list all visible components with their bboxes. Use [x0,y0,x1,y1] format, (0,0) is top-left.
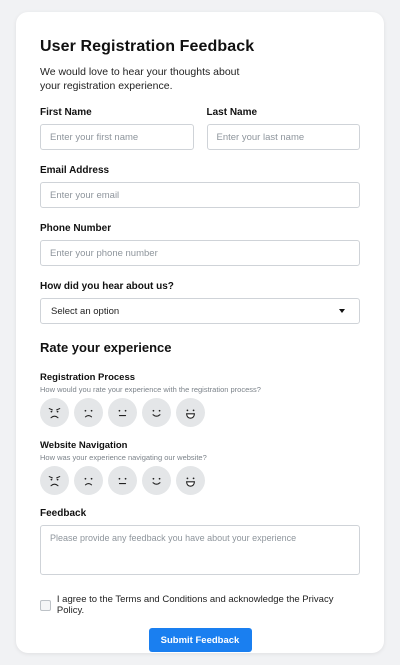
rating-navigation-label: Website Navigation [40,440,128,451]
source-group: How did you hear about us? Select an opt… [40,281,360,324]
rating-registration-option-4[interactable] [142,398,171,427]
form-subtitle: We would love to hear your thoughts abou… [40,66,240,92]
email-label: Email Address [40,165,110,176]
phone-input[interactable] [40,240,360,266]
terms-checkbox[interactable] [40,599,51,611]
rating-registration-group: Registration Process How would you rate … [40,372,360,427]
submit-feedback-button[interactable]: Submit Feedback [148,628,252,652]
source-label: How did you hear about us? [40,281,174,292]
rating-navigation-help: How was your experience navigating our w… [40,453,207,462]
rating-navigation-option-1[interactable] [40,466,69,495]
terms-agreement: I agree to the Terms and Conditions and … [40,594,360,616]
last-name-input[interactable] [206,124,360,150]
grin-face-icon [185,409,196,419]
neutral-face-icon [118,409,127,417]
sad-face-icon [84,409,93,418]
terms-label: I agree to the Terms and Conditions and … [56,594,334,616]
neutral-face-icon [118,477,127,485]
rating-navigation-faces [40,466,360,495]
sad-face-icon [84,477,93,486]
rating-registration-option-3[interactable] [108,398,137,427]
rating-navigation-option-4[interactable] [142,466,171,495]
first-name-label: First Name [40,107,92,118]
feedback-group: Feedback [40,508,360,580]
rating-navigation-option-3[interactable] [108,466,137,495]
rating-registration-label: Registration Process [40,372,136,383]
rate-section-title: Rate your experience [40,340,172,355]
phone-group: Phone Number [40,223,360,266]
rating-registration-option-5[interactable] [176,398,205,427]
feedback-label: Feedback [40,508,87,519]
rating-registration-option-1[interactable] [40,398,69,427]
grin-face-icon [185,477,196,487]
feedback-form-card: User Registration Feedback We would love… [16,12,384,653]
last-name-label: Last Name [206,107,258,118]
submit-row: Submit Feedback [40,628,360,652]
feedback-textarea[interactable] [40,525,360,575]
rating-navigation-option-2[interactable] [74,466,103,495]
rating-registration-faces [40,398,360,427]
last-name-group: Last Name [206,107,360,150]
smile-face-icon [152,477,161,485]
chevron-down-icon [339,309,345,313]
phone-label: Phone Number [40,223,112,234]
angry-face-icon [48,408,61,419]
form-title: User Registration Feedback [40,38,255,55]
smile-face-icon [152,409,161,417]
angry-face-icon [48,476,61,487]
source-select[interactable]: Select an option [40,298,360,324]
name-row: First Name Last Name [40,107,360,165]
email-group: Email Address [40,165,360,208]
email-input[interactable] [40,182,360,208]
first-name-group: First Name [40,107,194,150]
rating-registration-option-2[interactable] [74,398,103,427]
source-select-value: Select an option [51,305,120,317]
rating-navigation-group: Website Navigation How was your experien… [40,440,360,495]
first-name-input[interactable] [40,124,194,150]
rating-navigation-option-5[interactable] [176,466,205,495]
rating-registration-help: How would you rate your experience with … [40,385,261,394]
